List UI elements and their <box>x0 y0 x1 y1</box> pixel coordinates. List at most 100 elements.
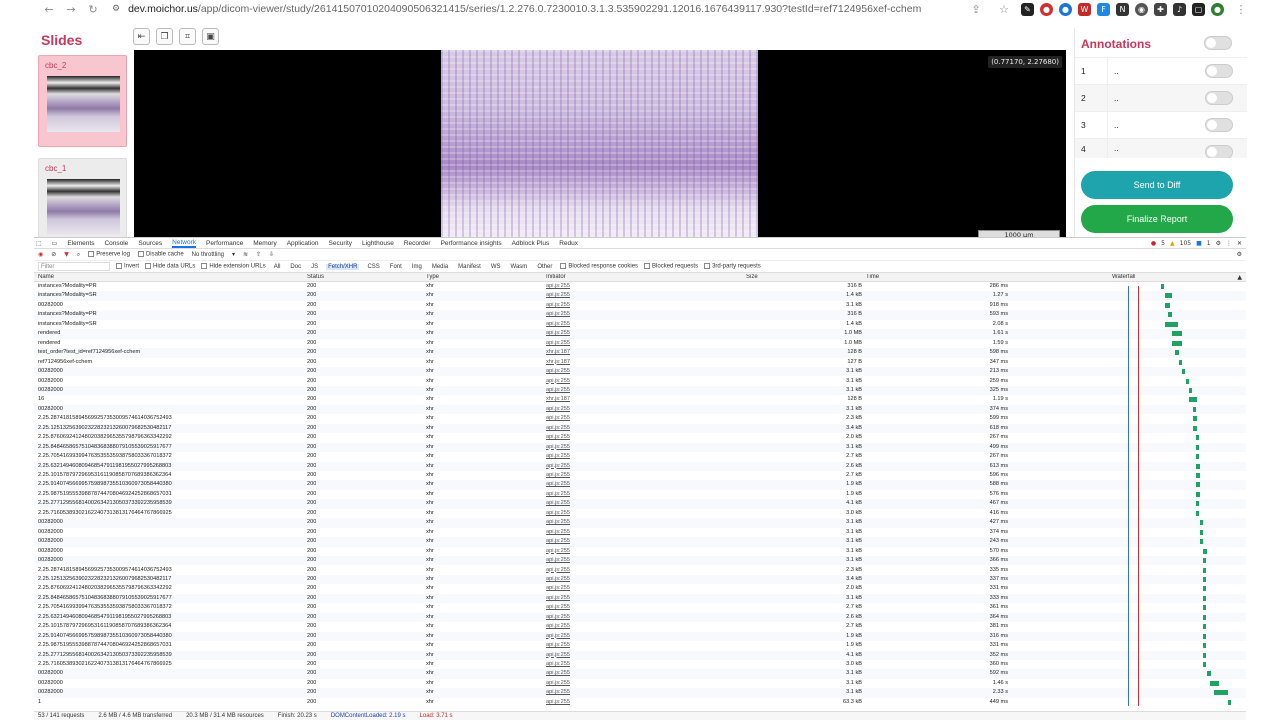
annotation-toggle[interactable] <box>1205 118 1233 132</box>
forward-arrow-icon[interactable]: → <box>60 3 82 16</box>
request-initiator[interactable]: xhr.js:187 <box>546 349 570 355</box>
request-row[interactable]: 2.25.70541699399476353553593875803336701… <box>34 452 1246 461</box>
request-initiator[interactable]: api.js:255 <box>546 689 570 695</box>
tab-performance[interactable]: Performance <box>206 240 243 247</box>
request-row[interactable]: 2.25.27712955681400263421305037339223595… <box>34 650 1246 660</box>
request-row[interactable]: 2.25.63214946080946854791198195502799526… <box>34 612 1246 623</box>
annotations-toggle[interactable] <box>1204 36 1232 50</box>
request-initiator[interactable]: api.js:255 <box>546 368 570 374</box>
request-initiator[interactable]: xhr.js:187 <box>546 359 570 365</box>
request-initiator[interactable]: api.js:255 <box>546 557 570 563</box>
filter-type-doc[interactable]: Doc <box>288 264 303 270</box>
request-initiator[interactable]: api.js:255 <box>546 652 570 658</box>
filter-type-fetch-xhr[interactable]: Fetch/XHR <box>326 263 360 270</box>
media-extension-icon[interactable]: ♪ <box>1173 2 1186 16</box>
request-initiator[interactable]: api.js:255 <box>546 463 570 469</box>
request-row[interactable]: rendered 200 xhr api.js:255 1.0 MB 1.59 s <box>34 339 1246 348</box>
annotation-toggle[interactable] <box>1205 64 1233 78</box>
slide-thumbnail-cbc2[interactable]: cbc_2 <box>38 55 127 147</box>
request-row[interactable]: instances?Modality=SR 200 xhr api.js:255 1.4… <box>34 320 1246 329</box>
request-initiator[interactable]: api.js:255 <box>546 321 570 327</box>
tab-security[interactable]: Security <box>329 240 352 247</box>
back-arrow-icon[interactable]: ← <box>38 3 60 16</box>
wifi-icon[interactable]: ≋ <box>243 251 248 258</box>
annotation-row[interactable]: 3 .. <box>1075 111 1247 139</box>
warning-count[interactable]: 105 <box>1180 240 1191 247</box>
request-initiator[interactable]: api.js:255 <box>546 576 570 582</box>
request-initiator[interactable]: api.js:255 <box>546 425 570 431</box>
request-initiator[interactable]: api.js:255 <box>546 444 570 450</box>
request-initiator[interactable]: api.js:255 <box>546 699 570 705</box>
inspect-icon[interactable]: ⬚ <box>36 240 42 247</box>
request-row[interactable]: 00282000 200 xhr api.js:255 3.1 kB 374 ms <box>34 528 1246 537</box>
annotation-row[interactable]: 1 .. <box>1075 57 1247 85</box>
request-initiator[interactable]: api.js:255 <box>546 604 570 610</box>
filter-type-font[interactable]: Font <box>388 264 404 270</box>
request-initiator[interactable]: api.js:255 <box>546 548 570 554</box>
redux-extension-icon[interactable]: ◉ <box>1135 2 1148 16</box>
preserve-log-checkbox[interactable]: Preserve log <box>88 251 130 258</box>
request-row[interactable]: instances?Modality=PR 200 xhr api.js:255 316… <box>34 310 1246 320</box>
save-icon[interactable]: ▣ <box>202 28 219 45</box>
tab-memory[interactable]: Memory <box>253 240 276 247</box>
request-row[interactable]: 2.25.27712955681400263421305037339223595… <box>34 499 1246 509</box>
ft-extension-icon[interactable]: F <box>1097 2 1110 16</box>
request-row[interactable]: 2.25.28741815894569925735300957461403675… <box>34 414 1246 423</box>
tab-console[interactable]: Console <box>104 240 128 247</box>
request-row[interactable]: 2.25.87606924124802038296535579879636334… <box>34 433 1246 442</box>
request-row[interactable]: test_order?test_id=ref7124956xef-cchem 20… <box>34 348 1246 358</box>
request-initiator[interactable]: api.js:255 <box>546 633 570 639</box>
request-initiator[interactable]: api.js:255 <box>546 500 570 506</box>
request-row[interactable]: 2.25.12513256390232282321326007968253048… <box>34 423 1246 434</box>
request-row[interactable]: 2.25.98751955539887874470804692425286865… <box>34 641 1246 650</box>
request-row[interactable]: instances?Modality=SR 200 xhr api.js:255 1.4… <box>34 291 1246 301</box>
request-row[interactable]: 00282000 200 xhr api.js:255 3.1 kB 213 ms <box>34 367 1246 377</box>
filter-type-js[interactable]: JS <box>309 264 320 270</box>
adblock-extension-icon[interactable]: ● <box>1040 2 1053 16</box>
blue-extension-icon[interactable]: ● <box>1059 2 1072 16</box>
request-row[interactable]: 2.25.91407456699575989873551036097305844… <box>34 631 1246 642</box>
request-row[interactable]: 00282000 200 xhr api.js:255 3.1 kB 2.33 s <box>34 688 1246 698</box>
request-row[interactable]: 00282000 200 xhr api.js:255 3.1 kB 1.46 s <box>34 679 1246 688</box>
request-initiator[interactable]: api.js:255 <box>546 680 570 686</box>
sidepanel-icon[interactable]: ▢ <box>1192 2 1205 16</box>
col-waterfall[interactable]: Waterfall <box>1112 274 1135 280</box>
filter-icon[interactable]: ▼ <box>64 251 69 258</box>
tab-application[interactable]: Application <box>287 240 319 247</box>
request-initiator[interactable]: api.js:255 <box>546 283 570 289</box>
network-settings-icon[interactable]: ⚙ <box>1237 251 1242 258</box>
annotation-row[interactable]: 4 .. <box>1075 138 1247 158</box>
annotation-row[interactable]: 2 .. <box>1075 84 1247 112</box>
request-initiator[interactable]: api.js:255 <box>546 481 570 487</box>
request-initiator[interactable]: api.js:255 <box>546 340 570 346</box>
request-initiator[interactable]: api.js:255 <box>546 642 570 648</box>
hide-data-urls-checkbox[interactable]: Hide data URLs <box>145 263 195 270</box>
request-row[interactable]: 00282000 200 xhr api.js:255 3.1 kB 570 ms <box>34 547 1246 556</box>
filter-type-ws[interactable]: WS <box>489 264 503 270</box>
request-row[interactable]: 2.25.10157879729695316119085870768938636… <box>34 471 1246 480</box>
send-to-diff-button[interactable]: Send to Diff <box>1081 171 1233 199</box>
filter-type-manifest[interactable]: Manifest <box>456 264 483 270</box>
request-initiator[interactable]: api.js:255 <box>546 302 570 308</box>
settings-gear-icon[interactable]: ⚙ <box>1216 240 1221 247</box>
extensions-puzzle-icon[interactable]: ✚ <box>1154 2 1167 16</box>
request-initiator[interactable]: api.js:255 <box>546 311 570 317</box>
request-row[interactable]: 00282000 200 xhr api.js:255 3.1 kB 427 ms <box>34 518 1246 528</box>
request-row[interactable]: 2.25.63214946080946854791198195502799526… <box>34 461 1246 471</box>
col-initiator[interactable]: Initiator <box>546 274 566 280</box>
request-row[interactable]: instances?Modality=PR 200 xhr api.js:255 316… <box>34 282 1246 291</box>
tab-network[interactable]: Network <box>172 239 197 248</box>
request-initiator[interactable]: api.js:255 <box>546 330 570 336</box>
request-row[interactable]: ref7124956xef-cchem 200 xhr xhr.js:187 127 B… <box>34 358 1246 367</box>
request-initiator[interactable]: api.js:255 <box>546 434 570 440</box>
tab-redux[interactable]: Redux <box>559 240 578 247</box>
request-initiator[interactable]: api.js:255 <box>546 292 570 298</box>
blocked-requests-checkbox[interactable]: Blocked requests <box>644 263 698 270</box>
request-row[interactable]: 00282000 200 xhr api.js:255 3.1 kB 918 ms <box>34 301 1246 310</box>
request-initiator[interactable]: api.js:255 <box>546 595 570 601</box>
request-initiator[interactable]: api.js:255 <box>546 670 570 676</box>
request-initiator[interactable]: api.js:255 <box>546 510 570 516</box>
site-info-icon[interactable]: ⚙ <box>112 4 120 14</box>
hide-extension-urls-checkbox[interactable]: Hide extension URLs <box>201 263 266 270</box>
request-initiator[interactable]: api.js:255 <box>546 453 570 459</box>
